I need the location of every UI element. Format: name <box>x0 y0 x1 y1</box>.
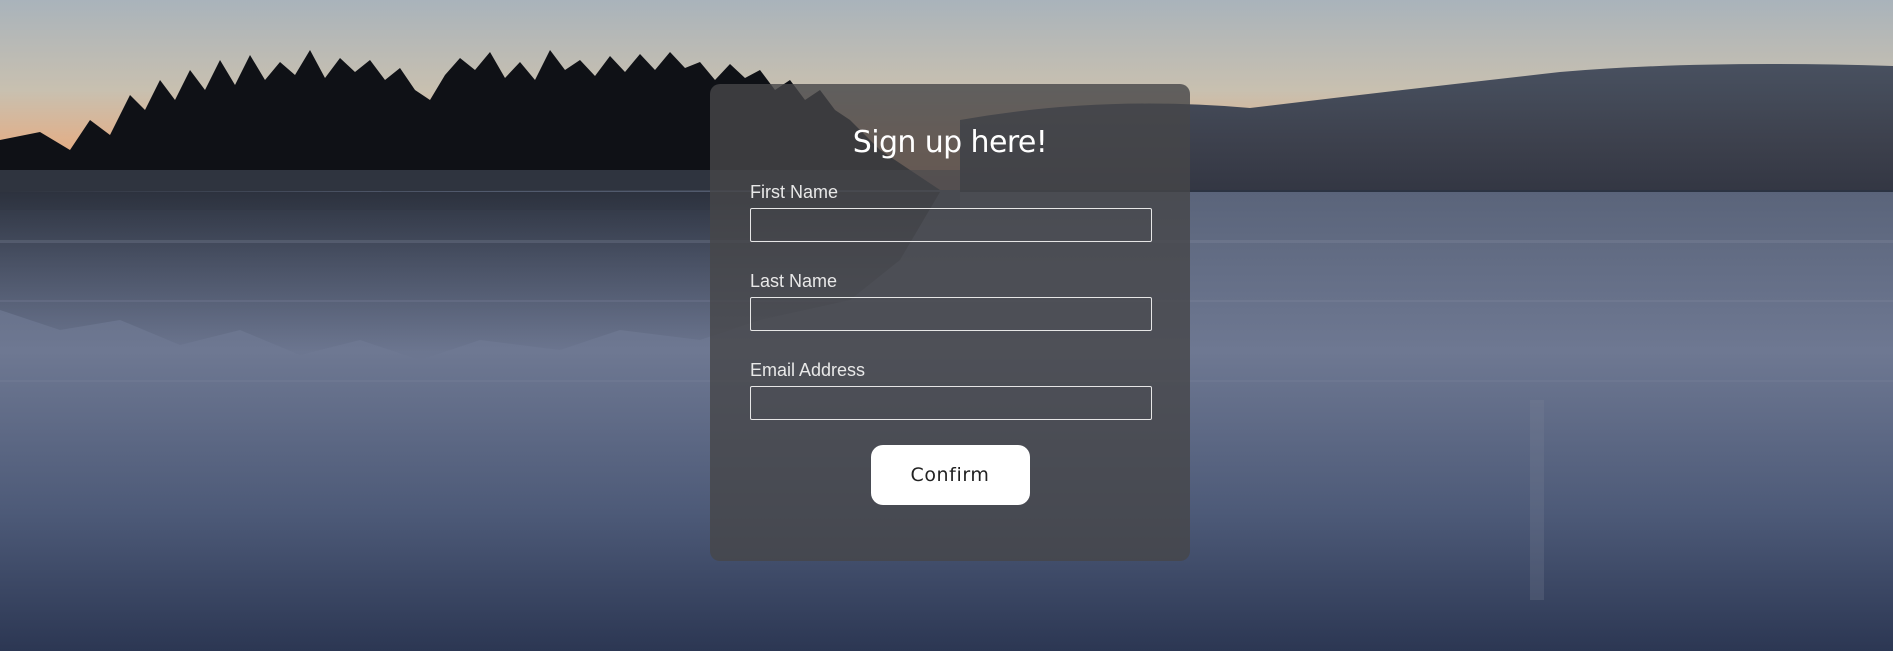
first-name-field-group: First Name <box>750 182 1152 242</box>
last-name-input[interactable] <box>750 297 1152 331</box>
first-name-label: First Name <box>750 182 839 202</box>
page-background: Sign up here! First Name Last Name Email… <box>0 0 1893 651</box>
button-row: Confirm <box>750 445 1150 505</box>
email-field-group: Email Address <box>750 360 1152 420</box>
last-name-field-group: Last Name <box>750 271 1152 331</box>
email-address-input[interactable] <box>750 386 1152 420</box>
form-title: Sign up here! <box>852 125 1048 160</box>
confirm-button[interactable]: Confirm <box>870 445 1030 505</box>
last-name-label: Last Name <box>750 271 838 291</box>
first-name-input[interactable] <box>750 208 1152 242</box>
signup-form-panel: Sign up here! First Name Last Name Email… <box>710 84 1190 561</box>
email-address-label: Email Address <box>750 360 866 380</box>
